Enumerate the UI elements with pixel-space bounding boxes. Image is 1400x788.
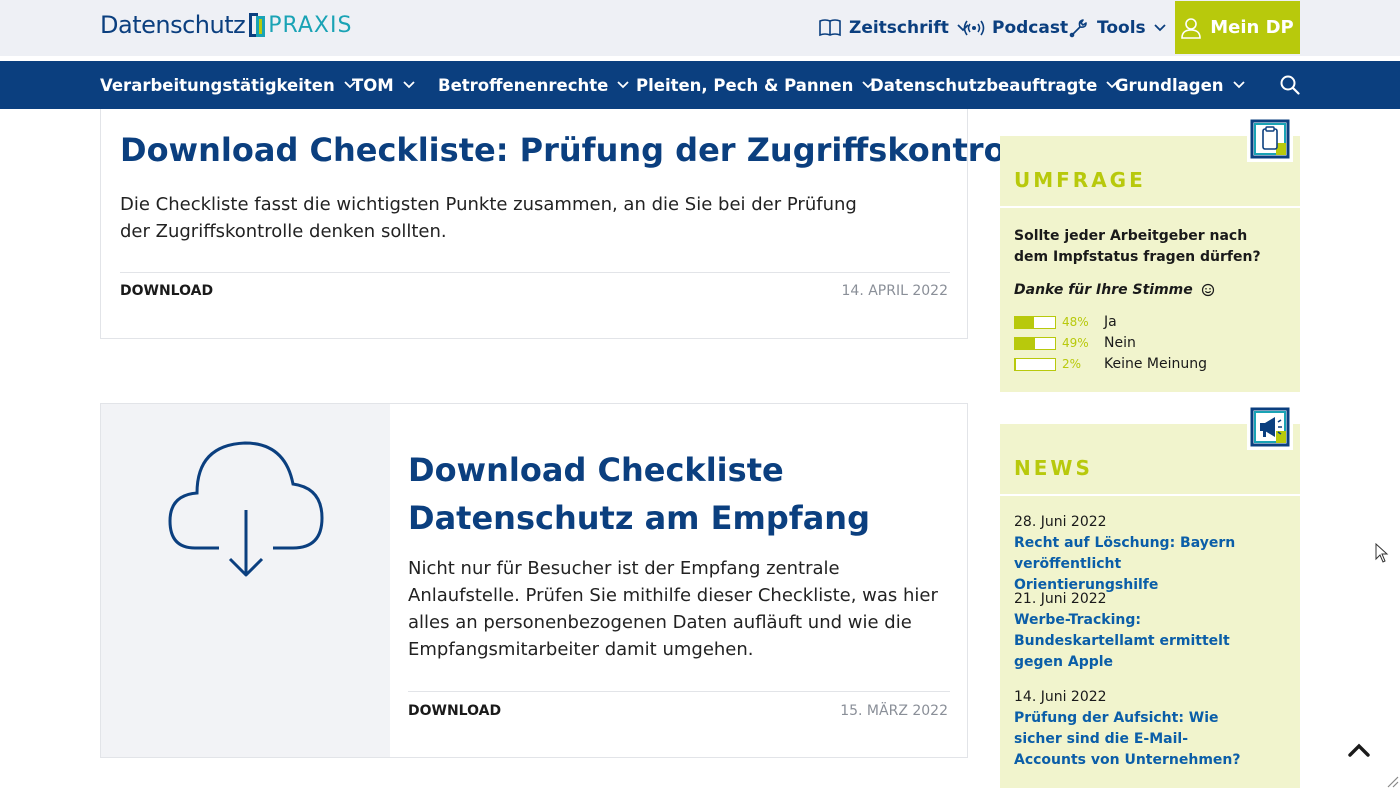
poll-result-bar — [1014, 357, 1056, 371]
news-date: 14. Juni 2022 — [1014, 689, 1107, 705]
topnav-podcast-label: Podcast — [992, 18, 1069, 38]
news-date: 28. Juni 2022 — [1014, 514, 1107, 530]
poll-result-row: 48% Ja — [1014, 314, 1117, 330]
search-button[interactable] — [1280, 75, 1300, 99]
scroll-to-top-button[interactable] — [1348, 742, 1370, 762]
nav-item-tom[interactable]: TOM — [352, 61, 415, 109]
news-date: 21. Juni 2022 — [1014, 591, 1107, 607]
chevron-down-icon — [1232, 81, 1245, 89]
article-date: 14. APRIL 2022 — [841, 283, 948, 299]
chevron-down-icon — [617, 81, 629, 89]
topnav-tools-label: Tools — [1097, 18, 1146, 38]
article-category[interactable]: DOWNLOAD — [120, 283, 213, 299]
poll-result-percent: 2% — [1062, 357, 1082, 371]
poll-result-percent: 48% — [1062, 315, 1089, 329]
news-item: 28. Juni 2022 Recht auf Löschung: Bayern… — [1014, 512, 1254, 596]
news-title-link[interactable]: Prüfung der Aufsicht: Wie sicher sind di… — [1014, 708, 1254, 771]
main-navigation: Verarbeitungstätigkeiten TOM Betroffenen… — [0, 61, 1400, 109]
site-logo[interactable]: Datenschutz PRAXIS — [100, 11, 352, 39]
smiley-icon — [1201, 283, 1215, 297]
poll-result-row: 49% Nein — [1014, 335, 1136, 351]
article-card: Download Checkliste Datenschutz am Empfa… — [100, 403, 968, 758]
chevron-down-icon — [1154, 24, 1166, 32]
mein-dp-button[interactable]: Mein DP — [1175, 1, 1300, 54]
divider — [408, 691, 950, 692]
wrench-icon — [1068, 17, 1090, 39]
widget-header: UMFRAGE — [1000, 116, 1300, 208]
article-excerpt: Nicht nur für Besucher ist der Empfang z… — [408, 558, 938, 660]
nav-item-label: Betroffenenrechte — [438, 75, 609, 95]
widget-badge — [1247, 404, 1293, 450]
search-icon — [1280, 75, 1300, 99]
poll-result-row: 2% Keine Meinung — [1014, 356, 1207, 372]
poll-result-label: Ja — [1104, 314, 1117, 330]
poll-thanks-label: Danke für Ihre Stimme — [1014, 282, 1193, 298]
user-icon — [1181, 17, 1202, 39]
nav-item-label: TOM — [352, 75, 394, 95]
chevron-down-icon — [403, 81, 415, 89]
book-icon — [818, 18, 842, 38]
news-title-link[interactable]: Werbe-Tracking: Bundeskartellamt ermitte… — [1014, 610, 1254, 673]
nav-item-label: Verarbeitungstätigkeiten — [100, 75, 335, 95]
poll-question: Sollte jeder Arbeitgeber nach dem Impfst… — [1014, 228, 1261, 265]
news-widget: NEWS 28. Juni 2022 Recht auf Löschung: B… — [1000, 404, 1300, 788]
article-card: Download Checkliste: Prüfung der Zugriff… — [100, 109, 1049, 339]
mein-dp-label: Mein DP — [1210, 17, 1294, 38]
clipboard-icon — [1250, 119, 1290, 159]
topnav-zeitschrift[interactable]: Zeitschrift — [818, 0, 969, 56]
widget-badge — [1247, 116, 1293, 162]
megaphone-icon — [1250, 407, 1290, 447]
nav-item-label: Grundlagen — [1115, 75, 1224, 95]
article-category[interactable]: DOWNLOAD — [408, 703, 501, 719]
cloud-download-icon — [168, 441, 324, 577]
poll-result-fill — [1015, 358, 1016, 370]
nav-item-betroffenenrechte[interactable]: Betroffenenrechte — [438, 61, 629, 109]
article-date: 15. MÄRZ 2022 — [840, 703, 948, 719]
topnav-podcast[interactable]: Podcast — [963, 0, 1068, 56]
topnav-zeitschrift-label: Zeitschrift — [849, 18, 949, 38]
poll-result-fill — [1015, 337, 1035, 349]
nav-item-pleiten-pech-pannen[interactable]: Pleiten, Pech & Pannen — [636, 61, 874, 109]
resize-grip-icon[interactable] — [1385, 773, 1399, 788]
poll-result-bar — [1014, 315, 1056, 329]
nav-item-label: Datenschutzbeauftragte — [870, 75, 1098, 95]
poll-result-label: Nein — [1104, 335, 1136, 351]
poll-result-fill — [1015, 316, 1035, 328]
nav-item-grundlagen[interactable]: Grundlagen — [1115, 61, 1245, 109]
article-title[interactable]: Download Checkliste Datenschutz am Empfa… — [408, 446, 928, 542]
widget-title: UMFRAGE — [1014, 168, 1146, 192]
article-thumbnail[interactable] — [101, 404, 390, 757]
poll-result-bar — [1014, 336, 1056, 350]
logo-mark-icon — [249, 13, 266, 37]
logo-word-praxis: PRAXIS — [268, 12, 353, 38]
poll-result-percent: 49% — [1062, 336, 1089, 350]
nav-item-verarbeitungstaetigkeiten[interactable]: Verarbeitungstätigkeiten — [100, 61, 356, 109]
mouse-cursor-icon — [1375, 542, 1389, 567]
top-bar: Datenschutz PRAXIS Zeitschrift Podcast T… — [0, 0, 1400, 56]
poll-result-label: Keine Meinung — [1104, 356, 1208, 372]
broadcast-icon — [963, 19, 985, 37]
divider — [120, 272, 950, 273]
news-item: 21. Juni 2022 Werbe-Tracking: Bundeskart… — [1014, 589, 1254, 673]
news-item: 14. Juni 2022 Prüfung der Aufsicht: Wie … — [1014, 687, 1254, 771]
chevron-up-icon — [1348, 743, 1370, 757]
widget-title: NEWS — [1014, 456, 1093, 480]
widget-header: NEWS — [1000, 404, 1300, 496]
nav-item-datenschutzbeauftragte[interactable]: Datenschutzbeauftragte — [870, 61, 1118, 109]
logo-word-datenschutz: Datenschutz — [100, 11, 246, 39]
news-title-link[interactable]: Recht auf Löschung: Bayern veröffentlich… — [1014, 533, 1254, 596]
poll-thanks: Danke für Ihre Stimme — [1014, 282, 1215, 298]
article-title[interactable]: Download Checkliste: Prüfung der Zugriff… — [120, 131, 1049, 169]
poll-widget: UMFRAGE Sollte jeder Arbeitgeber nach de… — [1000, 116, 1300, 392]
nav-item-label: Pleiten, Pech & Pannen — [636, 75, 854, 95]
topnav-tools[interactable]: Tools — [1068, 0, 1166, 56]
article-excerpt: Die Checkliste fasst die wichtigsten Pun… — [120, 194, 857, 242]
